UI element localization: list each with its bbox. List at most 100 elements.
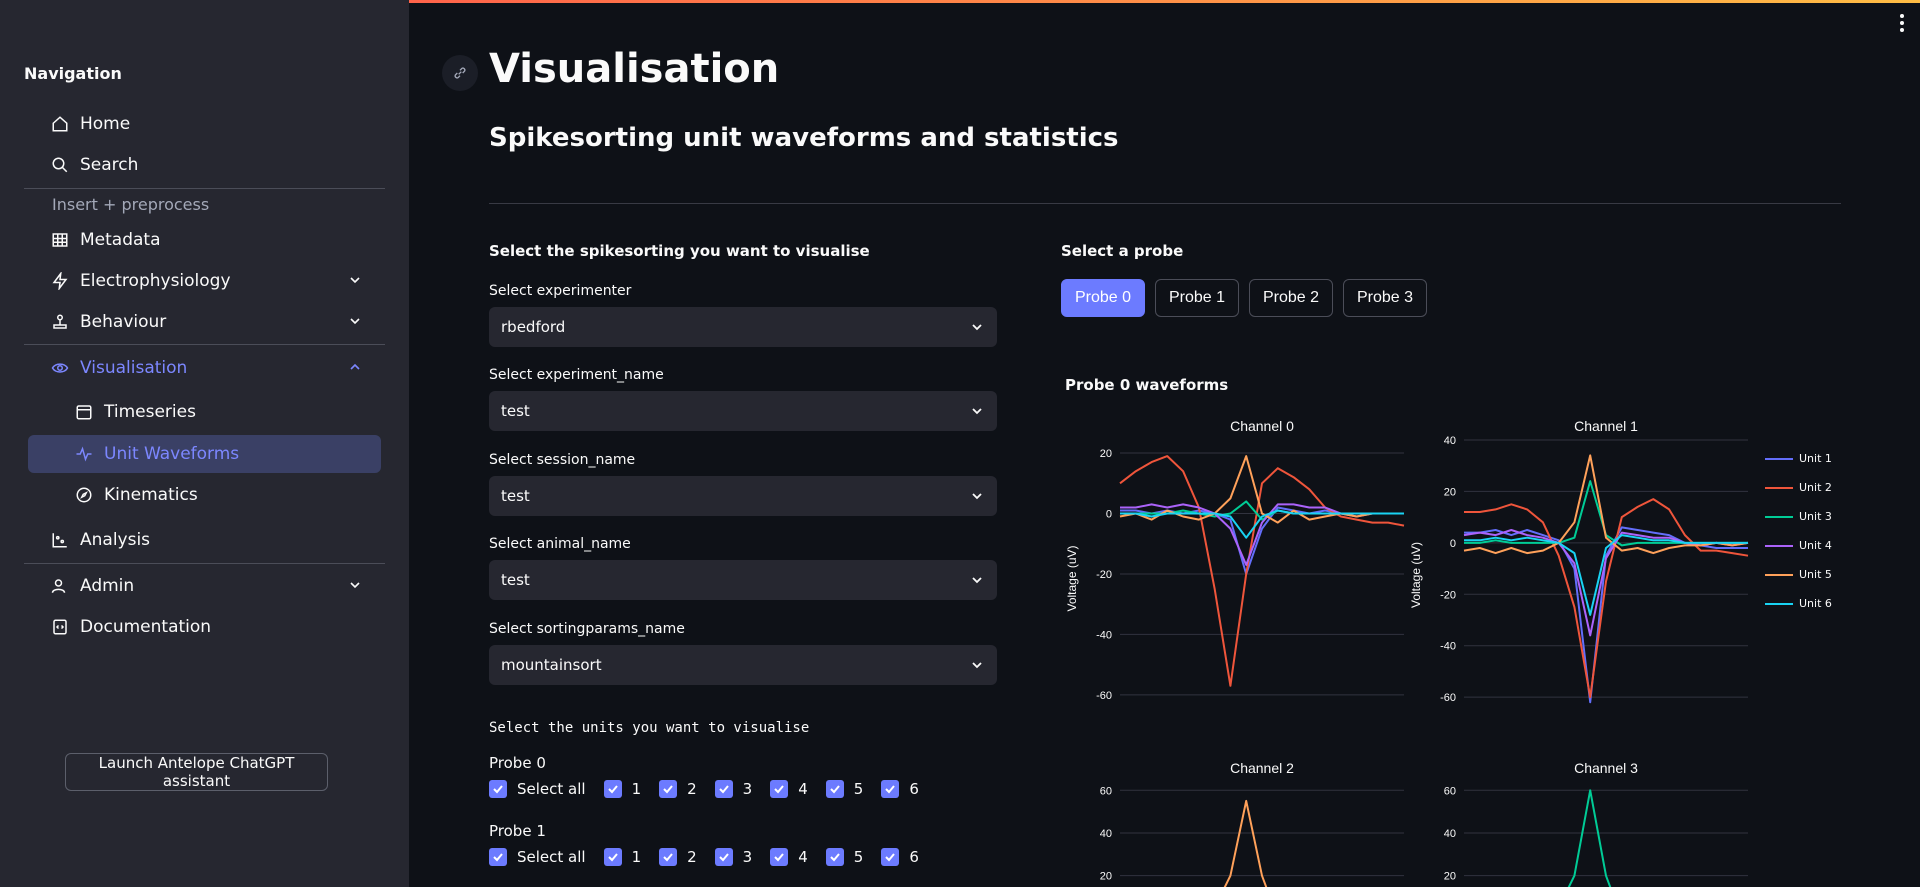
link-icon[interactable] — [442, 55, 478, 91]
select-all-checkbox[interactable]: Select all — [489, 780, 586, 798]
chevron-down-icon — [350, 318, 360, 325]
unit-checkbox[interactable]: 1 — [603, 780, 641, 798]
channel-3-chart: Channel 3 60 40 20 — [1444, 760, 1748, 887]
select-value: rbedford — [501, 318, 566, 336]
y-tick-label: -40 — [1096, 629, 1112, 641]
y-tick-label: -60 — [1440, 692, 1456, 704]
sidebar-divider — [24, 344, 385, 345]
y-axis-label: Voltage (uV) — [1409, 542, 1423, 608]
waveforms-title: Probe 0 waveforms — [1065, 376, 1229, 394]
sidebar-item-electrophysiology[interactable]: Electrophysiology — [28, 262, 381, 300]
chevron-down-icon — [972, 408, 982, 415]
channel-0-chart: Channel 0 20 0 -20 -40 -60 Voltage (uV) — [1065, 418, 1405, 702]
y-tick-label: 60 — [1444, 785, 1456, 797]
sidebar-item-home[interactable]: Home — [28, 105, 381, 143]
legend-item[interactable]: Unit 5 — [1765, 560, 1832, 589]
sidebar-item-analysis[interactable]: Analysis — [28, 521, 381, 559]
chart-title: Channel 3 — [1574, 760, 1638, 776]
section-divider — [489, 203, 1841, 204]
sidebar-divider — [24, 188, 385, 189]
sidebar-item-visualisation[interactable]: Visualisation — [28, 349, 381, 387]
select-value: test — [501, 571, 530, 589]
doc-icon — [50, 617, 70, 637]
unit-checkbox[interactable]: 5 — [825, 848, 863, 866]
units-heading: Select the units you want to visualise — [489, 720, 810, 736]
chevron-down-icon — [350, 582, 360, 589]
unit-checkbox[interactable]: 6 — [881, 780, 919, 798]
sidebar-item-label: Metadata — [80, 230, 161, 250]
user-gear-icon — [50, 576, 70, 596]
probe-3-button[interactable]: Probe 3 — [1343, 279, 1427, 317]
probe-0-button[interactable]: Probe 0 — [1061, 279, 1145, 317]
series-line-unit-5 — [1463, 454, 1749, 555]
series-line-unit-2 — [1119, 455, 1405, 687]
sidebar-item-kinematics[interactable]: Kinematics — [28, 476, 381, 514]
probe-2-button[interactable]: Probe 2 — [1249, 279, 1333, 317]
unit-checkbox[interactable]: 1 — [603, 848, 641, 866]
chevron-down-icon — [350, 277, 360, 284]
main-menu-icon[interactable] — [1898, 14, 1906, 32]
sidebar-item-unit-waveforms[interactable]: Unit Waveforms — [28, 435, 381, 473]
probe-1-checkbox-row: Select all 1 2 3 4 5 6 — [489, 848, 937, 866]
sidebar-item-label: Analysis — [80, 530, 151, 550]
sidebar-item-label: Unit Waveforms — [104, 444, 240, 464]
y-tick-label: 60 — [1100, 785, 1112, 797]
sidebar-divider — [24, 563, 385, 564]
unit-checkbox[interactable]: 4 — [770, 848, 808, 866]
legend-item[interactable]: Unit 4 — [1765, 531, 1832, 560]
sortingparams-name-select[interactable]: mountainsort — [489, 645, 997, 685]
sidebar-item-label: Kinematics — [104, 485, 198, 505]
legend-item[interactable]: Unit 3 — [1765, 502, 1832, 531]
chart-title: Channel 0 — [1230, 418, 1294, 434]
launch-assistant-button[interactable]: Launch Antelope ChatGPT assistant — [65, 753, 328, 791]
field-label-experimenter: Select experimenter — [489, 283, 632, 299]
probe-1-button[interactable]: Probe 1 — [1155, 279, 1239, 317]
unit-checkbox[interactable]: 6 — [881, 848, 919, 866]
calendar-icon — [74, 402, 94, 422]
joystick-icon — [50, 312, 70, 332]
unit-checkbox[interactable]: 4 — [770, 780, 808, 798]
bolt-icon — [50, 271, 70, 291]
y-tick-label: 20 — [1100, 448, 1112, 460]
unit-checkbox[interactable]: 3 — [714, 780, 752, 798]
select-value: mountainsort — [501, 656, 602, 674]
sidebar-item-metadata[interactable]: Metadata — [28, 221, 381, 259]
unit-checkbox[interactable]: 2 — [659, 780, 697, 798]
sidebar-item-label: Admin — [80, 576, 135, 596]
legend-item[interactable]: Unit 2 — [1765, 473, 1832, 502]
page-title: Visualisation — [489, 46, 780, 92]
unit-checkbox[interactable]: 3 — [714, 848, 752, 866]
sidebar: Navigation Home Search Insert + preproce… — [0, 0, 409, 887]
select-all-checkbox[interactable]: Select all — [489, 848, 586, 866]
chart-title: Channel 2 — [1230, 760, 1294, 776]
session-name-select[interactable]: test — [489, 476, 997, 516]
y-axis-label: Voltage (uV) — [1065, 545, 1079, 611]
chevron-down-icon — [972, 662, 982, 669]
field-label-sortingparams-name: Select sortingparams_name — [489, 621, 685, 637]
sidebar-item-documentation[interactable]: Documentation — [28, 608, 381, 646]
legend-item[interactable]: Unit 1 — [1765, 444, 1832, 473]
pulse-icon — [74, 444, 94, 464]
eye-icon — [50, 358, 70, 378]
series-line-unit-5 — [1223, 799, 1268, 887]
experiment-name-select[interactable]: test — [489, 391, 997, 431]
sidebar-item-search[interactable]: Search — [28, 146, 381, 184]
field-label-experiment-name: Select experiment_name — [489, 367, 664, 383]
sidebar-item-label: Visualisation — [80, 358, 188, 378]
probe-units-label-1: Probe 1 — [489, 822, 546, 840]
sidebar-item-admin[interactable]: Admin — [28, 567, 381, 605]
select-probe-heading: Select a probe — [1061, 242, 1184, 260]
unit-checkbox[interactable]: 5 — [825, 780, 863, 798]
series-line-unit-3 — [1567, 789, 1612, 887]
animal-name-select[interactable]: test — [489, 560, 997, 600]
legend-item[interactable]: Unit 6 — [1765, 589, 1832, 618]
chevron-down-icon — [972, 493, 982, 500]
unit-checkbox[interactable]: 2 — [659, 848, 697, 866]
sidebar-item-timeseries[interactable]: Timeseries — [28, 393, 381, 431]
y-tick-label: -20 — [1096, 569, 1112, 581]
y-tick-label: 20 — [1100, 871, 1112, 883]
y-tick-label: 20 — [1444, 871, 1456, 883]
experimenter-select[interactable]: rbedford — [489, 307, 997, 347]
sidebar-item-behaviour[interactable]: Behaviour — [28, 303, 381, 341]
sidebar-item-label: Electrophysiology — [80, 271, 231, 291]
